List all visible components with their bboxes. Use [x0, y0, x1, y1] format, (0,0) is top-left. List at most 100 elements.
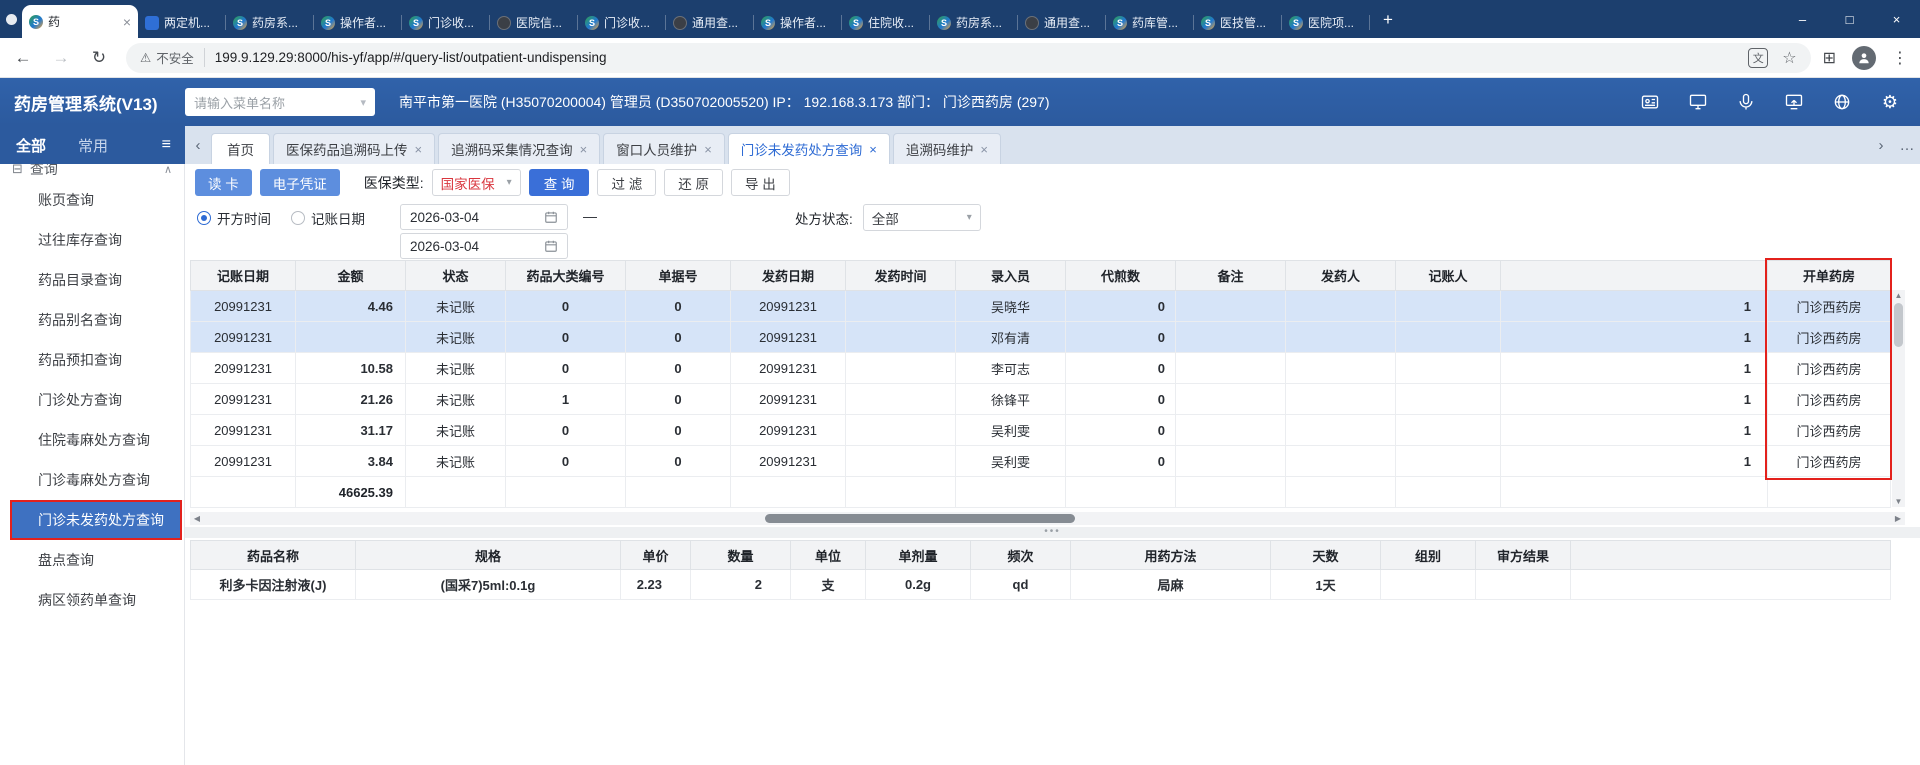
- sidebar-collapse-icon[interactable]: ≡: [162, 136, 171, 154]
- scroll-down-icon[interactable]: ▼: [1892, 497, 1905, 506]
- column-header[interactable]: 录入员: [955, 260, 1066, 291]
- column-header[interactable]: 药品大类编号: [505, 260, 626, 291]
- status-select[interactable]: 全部 ▾: [862, 204, 981, 231]
- monitor-icon[interactable]: [1688, 92, 1708, 112]
- scrollbar-thumb[interactable]: [765, 514, 1075, 523]
- browser-tab[interactable]: S 医技管...: [1194, 7, 1282, 38]
- sidebar-item[interactable]: 过往库存查询: [0, 220, 184, 260]
- browser-tab[interactable]: 医院信...: [490, 7, 578, 38]
- column-header[interactable]: 记账日期: [190, 260, 296, 291]
- translate-icon[interactable]: 文: [1748, 47, 1769, 68]
- column-header[interactable]: 记账人: [1395, 260, 1501, 291]
- column-header[interactable]: 发药时间: [845, 260, 956, 291]
- table-row[interactable]: 20991231 4.46 未记账 0 0 20991231 吴晓华 0 1 门诊西药房: [190, 290, 1891, 322]
- radio-billing-date[interactable]: 记账日期: [291, 208, 365, 228]
- page-tab[interactable]: 门诊未发药处方查询 ×: [727, 133, 890, 164]
- browser-tab[interactable]: 通用查...: [1018, 7, 1106, 38]
- browser-tab[interactable]: S 操作者...: [754, 7, 842, 38]
- browser-tab[interactable]: S 门诊收...: [402, 7, 490, 38]
- sidebar-item[interactable]: 病区领药单查询: [0, 580, 184, 620]
- column-header[interactable]: 备注: [1175, 260, 1286, 291]
- table-row[interactable]: 20991231 21.26 未记账 1 0 20991231 徐锋平 0 1 门诊西药房: [190, 383, 1891, 415]
- tab-scroll-right-icon[interactable]: ›: [1868, 126, 1894, 164]
- window-close-button[interactable]: ×: [1873, 0, 1920, 38]
- browser-tab[interactable]: S 药库管...: [1106, 7, 1194, 38]
- forward-button[interactable]: →: [46, 43, 76, 73]
- cast-icon[interactable]: [1784, 92, 1804, 112]
- sidebar-item[interactable]: 账页查询: [0, 180, 184, 220]
- settings-gear-icon[interactable]: ⚙: [1880, 92, 1900, 112]
- read-card-button[interactable]: 读 卡: [195, 169, 252, 196]
- scroll-left-icon[interactable]: ◀: [190, 512, 204, 525]
- window-minimize-button[interactable]: –: [1779, 0, 1826, 38]
- export-button[interactable]: 导 出: [730, 169, 790, 196]
- column-header[interactable]: 开单药房: [1767, 260, 1891, 291]
- tab-close-icon[interactable]: ×: [123, 14, 131, 30]
- table-row[interactable]: 20991231 31.17 未记账 0 0 20991231 吴利雯 0 1 门诊西药房: [190, 414, 1891, 446]
- column-header[interactable]: 单剂量: [865, 540, 971, 570]
- date-to-input[interactable]: 2026-03-04: [400, 233, 568, 259]
- sidebar-item[interactable]: 药品预扣查询: [0, 340, 184, 380]
- column-header[interactable]: 审方结果: [1475, 540, 1571, 570]
- filter-button[interactable]: 过 滤: [597, 169, 657, 196]
- column-header[interactable]: 单据号: [625, 260, 731, 291]
- browser-tab[interactable]: S 医院项...: [1282, 7, 1370, 38]
- column-header[interactable]: [1500, 260, 1768, 291]
- column-header[interactable]: 用药方法: [1070, 540, 1271, 570]
- date-from-input[interactable]: 2026-03-04: [400, 204, 568, 230]
- sidebar-item[interactable]: 住院毒麻处方查询: [0, 420, 184, 460]
- profile-avatar[interactable]: [1852, 45, 1876, 70]
- browser-tab[interactable]: S 住院收...: [842, 7, 930, 38]
- column-header[interactable]: 发药人: [1285, 260, 1396, 291]
- tab-close-icon[interactable]: ×: [980, 142, 988, 157]
- column-header[interactable]: 组别: [1380, 540, 1476, 570]
- new-tab-button[interactable]: +: [1375, 7, 1401, 33]
- table-row[interactable]: 利多卡因注射液(J) (国采7)5ml:0.1g 2.23 2 支 0.2g qd 局麻 1天: [190, 569, 1891, 600]
- sidebar-item[interactable]: 门诊未发药处方查询: [10, 500, 182, 540]
- column-header[interactable]: 金额: [295, 260, 406, 291]
- table-row[interactable]: 20991231 3.84 未记账 0 0 20991231 吴利雯 0 1 门诊西药房: [190, 445, 1891, 477]
- browser-tab[interactable]: S 药 ×: [22, 5, 138, 38]
- globe-icon[interactable]: [1832, 92, 1852, 112]
- e-voucher-button[interactable]: 电子凭证: [259, 169, 340, 196]
- page-tab[interactable]: 首页: [211, 133, 270, 164]
- browser-tab[interactable]: 两定机...: [138, 7, 226, 38]
- sidebar-item[interactable]: 门诊处方查询: [0, 380, 184, 420]
- splitter-handle[interactable]: •••: [185, 527, 1920, 538]
- page-tab[interactable]: 医保药品追溯码上传 ×: [273, 133, 436, 164]
- url-bar[interactable]: ⚠ 不安全 199.9.129.29:8000/his-yf/app/#/que…: [126, 42, 1811, 73]
- column-header[interactable]: 药品名称: [190, 540, 356, 570]
- scroll-right-icon[interactable]: ▶: [1891, 512, 1905, 525]
- browser-tab[interactable]: S 门诊收...: [578, 7, 666, 38]
- page-tab[interactable]: 追溯码采集情况查询 ×: [438, 133, 601, 164]
- column-header[interactable]: 单位: [790, 540, 866, 570]
- sidebar-item[interactable]: 盘点查询: [0, 540, 184, 580]
- table-row[interactable]: 20991231 未记账 0 0 20991231 邓有清 0 1 门诊西药房: [190, 321, 1891, 353]
- tab-more-icon[interactable]: …: [1894, 126, 1920, 164]
- column-header[interactable]: 频次: [970, 540, 1071, 570]
- reset-button[interactable]: 还 原: [664, 169, 723, 196]
- page-tab[interactable]: 窗口人员维护 ×: [603, 133, 725, 164]
- browser-tab[interactable]: 通用查...: [666, 7, 754, 38]
- tab-scroll-left-icon[interactable]: ‹: [185, 126, 211, 164]
- browser-tab[interactable]: S 药房系...: [226, 7, 314, 38]
- page-tab[interactable]: 追溯码维护 ×: [892, 133, 1001, 164]
- query-button[interactable]: 查 询: [528, 169, 590, 196]
- insurance-type-select[interactable]: 国家医保 ▾: [431, 169, 521, 196]
- mic-icon[interactable]: [1736, 92, 1756, 112]
- column-header[interactable]: 天数: [1270, 540, 1381, 570]
- extensions-icon[interactable]: ⊞: [1823, 48, 1836, 68]
- horizontal-scrollbar[interactable]: ◀ ▶: [190, 512, 1905, 525]
- sidebar-item[interactable]: 药品目录查询: [0, 260, 184, 300]
- table-row[interactable]: 20991231 10.58 未记账 0 0 20991231 李可志 0 1 门诊西药房: [190, 352, 1891, 384]
- vertical-scrollbar[interactable]: ▲ ▼: [1892, 290, 1905, 507]
- radio-open-time[interactable]: 开方时间: [197, 208, 271, 228]
- sidebar-item[interactable]: 门诊毒麻处方查询: [0, 460, 184, 500]
- column-header[interactable]: 状态: [405, 260, 506, 291]
- bookmark-star-icon[interactable]: ☆: [1782, 48, 1796, 68]
- column-header[interactable]: 单价: [620, 540, 691, 570]
- browser-tab[interactable]: S 操作者...: [314, 7, 402, 38]
- menu-search-input[interactable]: 请输入菜单名称 ▾: [185, 88, 375, 116]
- security-warning[interactable]: ⚠ 不安全: [140, 48, 205, 67]
- browser-menu-icon[interactable]: ⋮: [1892, 48, 1908, 68]
